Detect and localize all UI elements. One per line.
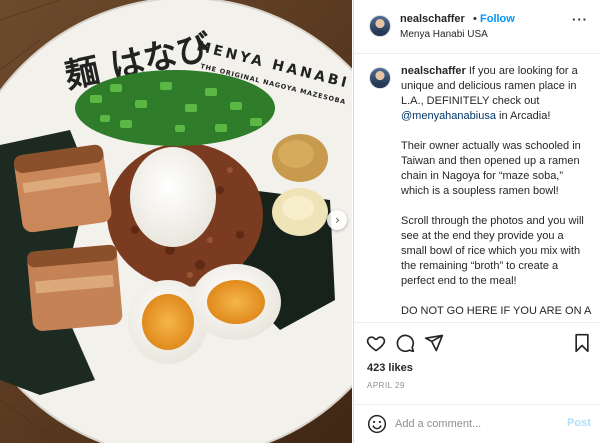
avatar[interactable] — [369, 15, 391, 37]
mention-link[interactable]: @menyahanabiusa — [401, 110, 496, 122]
chevron-right-icon: › — [335, 213, 340, 227]
caption-paragraph: Scroll through the photos and you will s… — [401, 215, 584, 287]
comment-icon[interactable] — [395, 333, 415, 353]
post-side-panel: nealschaffer • Follow Menya Hanabi USA ·… — [353, 0, 600, 443]
comment-bar: Post — [354, 404, 600, 443]
location-link[interactable]: Menya Hanabi USA — [400, 29, 488, 40]
post-photo[interactable]: 麺 はなび MENYA HANABI THE ORIGINAL NAGOYA M… — [0, 0, 352, 443]
caption: nealschaffer If you are looking for a un… — [401, 64, 591, 321]
action-bar — [354, 322, 600, 362]
more-options-icon[interactable]: ··· — [572, 12, 588, 27]
caption-username[interactable]: nealschaffer — [401, 65, 466, 77]
heart-icon[interactable] — [366, 333, 386, 353]
caption-text: in Arcadia! — [495, 110, 551, 122]
caption-paragraph: Their owner actually was schooled in Tai… — [401, 140, 581, 197]
ramen-bowl-image: 麺 はなび MENYA HANABI THE ORIGINAL NAGOYA M… — [0, 0, 352, 443]
next-photo-button[interactable]: › — [327, 210, 347, 230]
bookmark-icon[interactable] — [572, 333, 592, 353]
post-date[interactable]: APRIL 29 — [367, 381, 405, 390]
follow-button[interactable]: Follow — [480, 13, 515, 25]
share-icon[interactable] — [424, 333, 444, 353]
header-username[interactable]: nealschaffer — [400, 13, 465, 25]
avatar[interactable] — [369, 67, 391, 89]
emoji-icon[interactable] — [367, 414, 387, 434]
caption-scroll-area[interactable]: nealschaffer If you are looking for a un… — [354, 55, 600, 321]
likes-count[interactable]: 423 likes — [367, 362, 413, 374]
post-header: nealschaffer • Follow Menya Hanabi USA ·… — [354, 0, 600, 54]
caption-paragraph: DO NOT GO HERE IF YOU ARE ON A DIET! lol — [401, 305, 591, 321]
post-comment-button[interactable]: Post — [567, 417, 591, 429]
comment-input[interactable] — [395, 415, 545, 433]
separator-dot: • — [473, 13, 477, 25]
caption-paragraph: nealschaffer If you are looking for a un… — [401, 64, 591, 124]
